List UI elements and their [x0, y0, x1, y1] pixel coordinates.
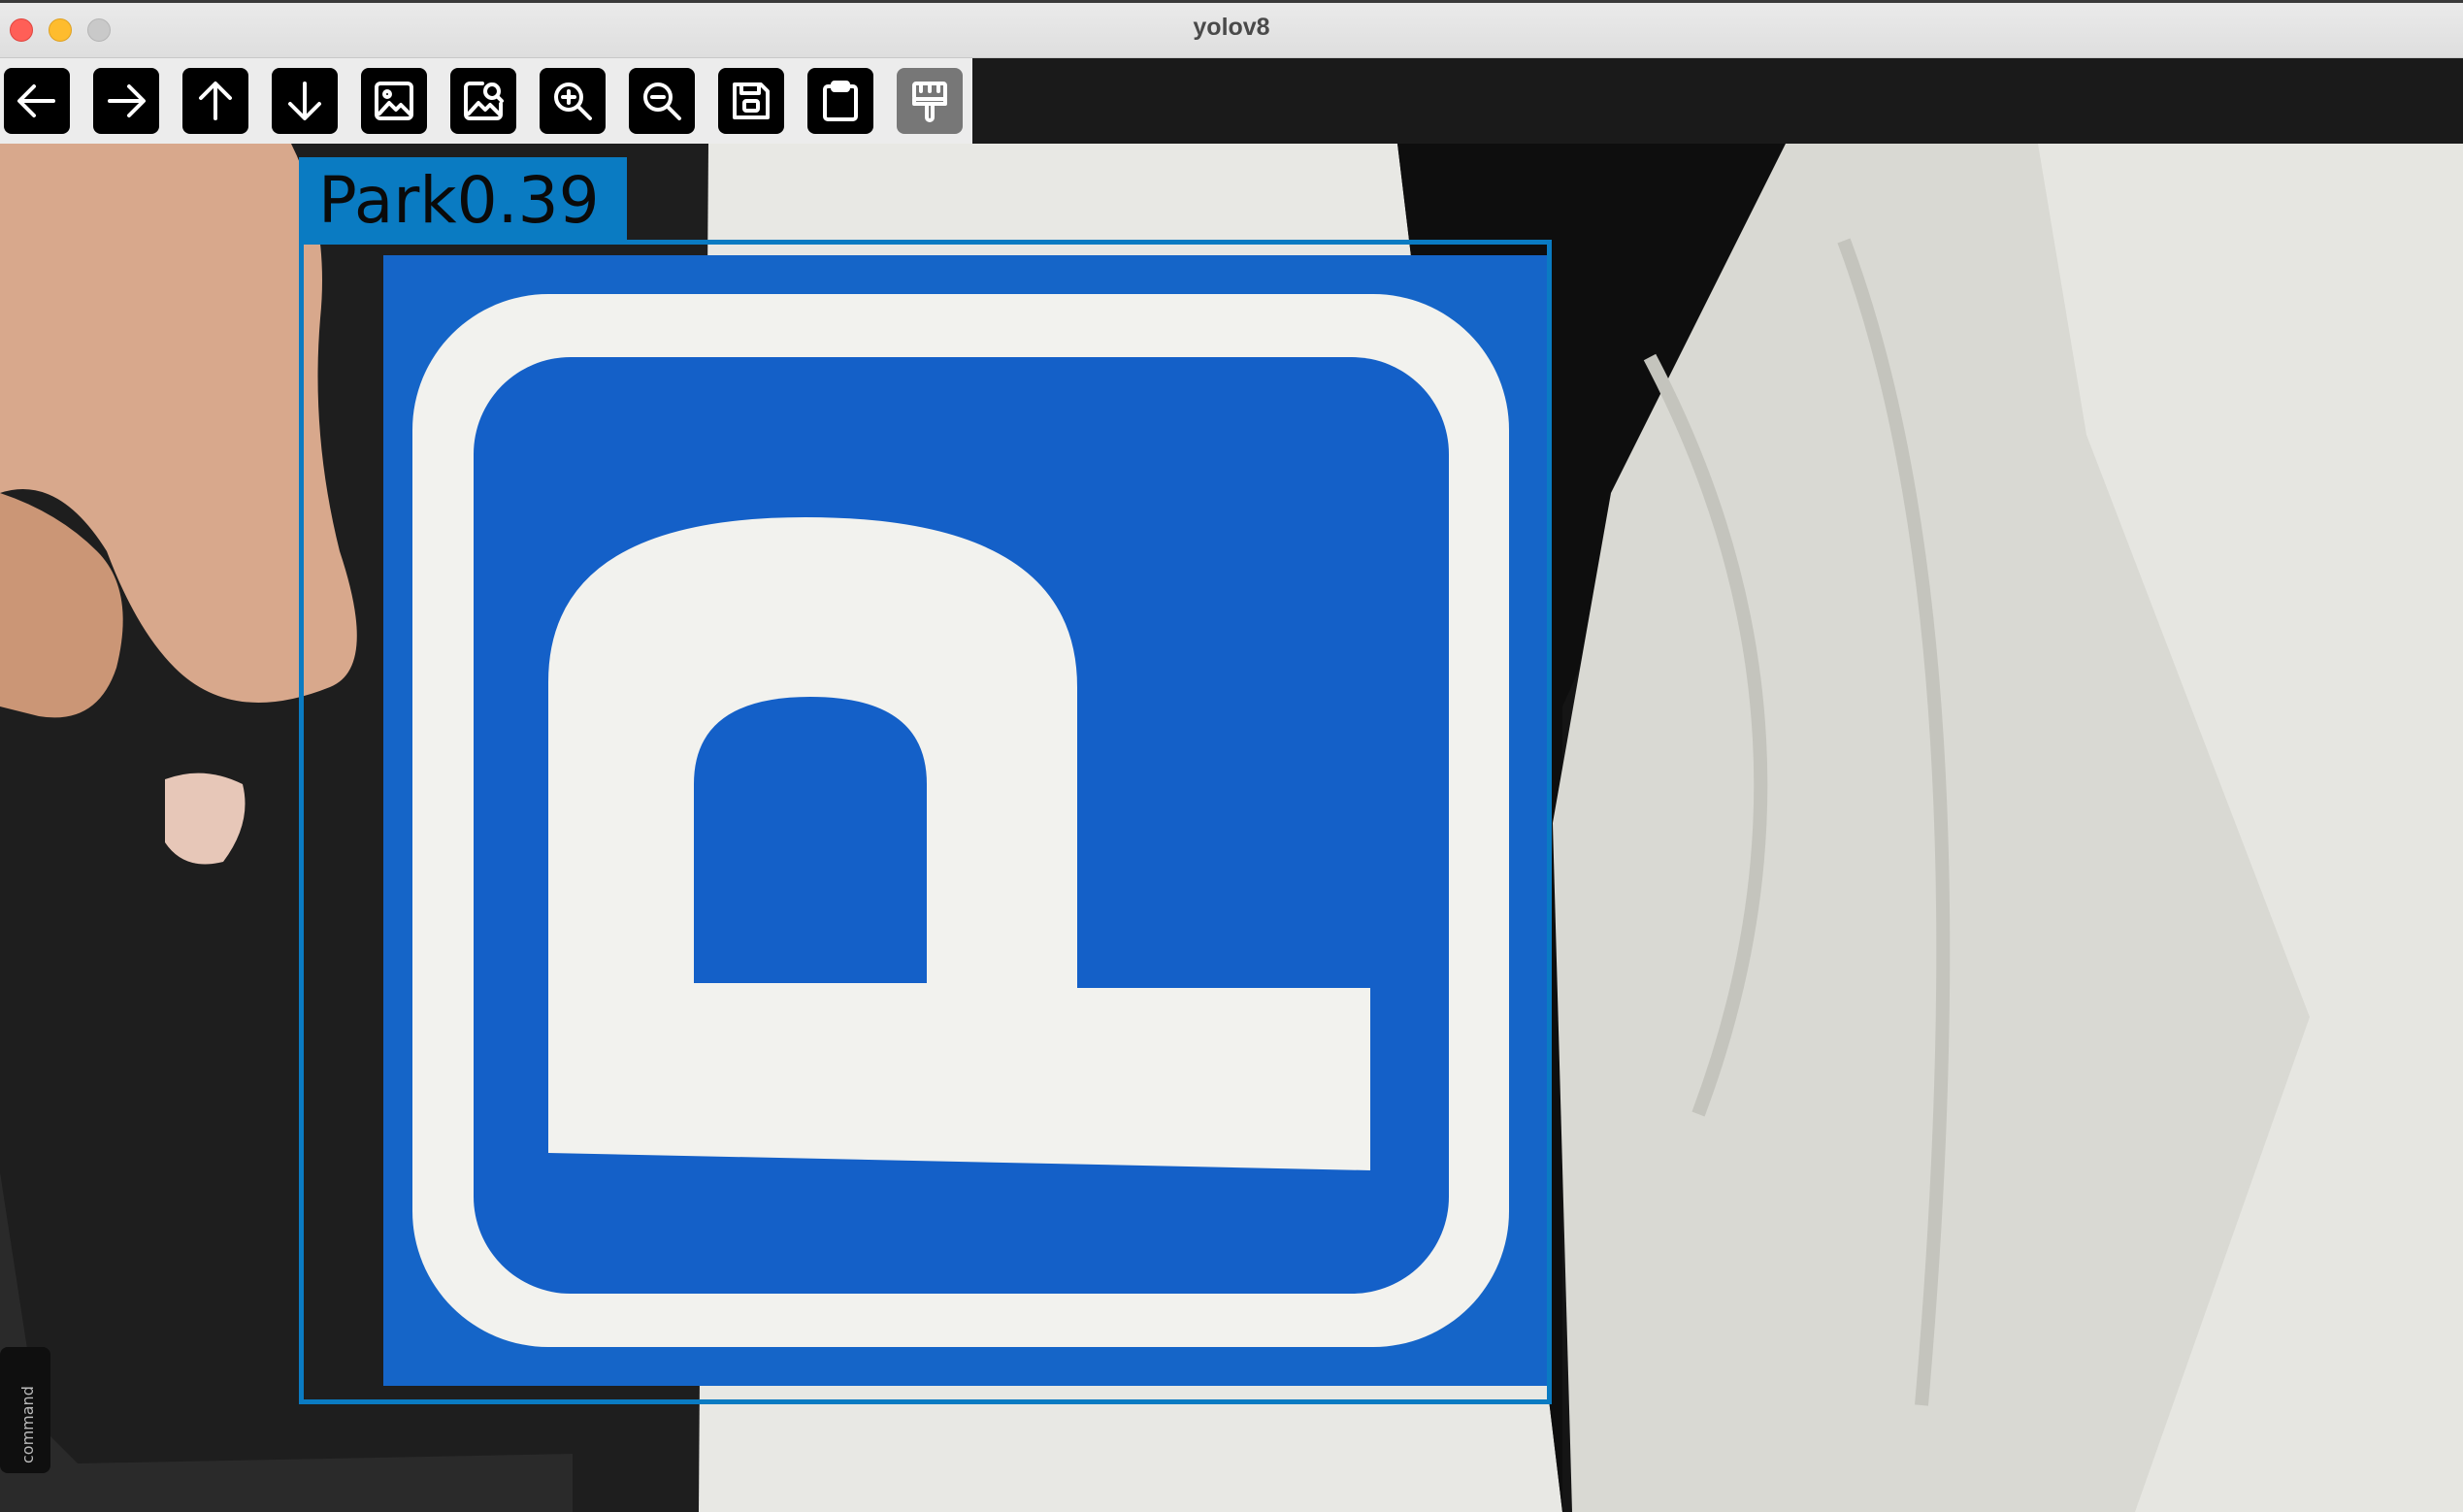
brush-button[interactable]: [897, 68, 963, 134]
image-button[interactable]: [361, 68, 427, 134]
arrow-down-icon: [288, 82, 321, 120]
arrow-up-icon: [199, 82, 232, 120]
arrow-right-icon: [108, 84, 146, 117]
image-canvas[interactable]: command Park0.39: [0, 144, 2463, 1512]
forward-button[interactable]: [93, 68, 159, 134]
title-bar: yolov8: [0, 0, 2463, 58]
brush-icon: [912, 82, 947, 122]
detection-label: Park0.39: [299, 157, 627, 245]
image-search-icon: [464, 82, 504, 120]
save-icon: [733, 82, 770, 119]
window-title: yolov8: [1193, 14, 1270, 41]
image-zoom-button[interactable]: [450, 68, 516, 134]
menu-bar-edge: [0, 0, 2463, 3]
clipboard-icon: [823, 81, 858, 121]
zoom-in-button[interactable]: [540, 68, 606, 134]
keyboard-key-label: command: [18, 1386, 37, 1463]
save-button[interactable]: [718, 68, 784, 134]
down-button[interactable]: [272, 68, 338, 134]
arrow-left-icon: [17, 84, 55, 117]
back-button[interactable]: [4, 68, 70, 134]
zoom-out-icon: [643, 82, 681, 120]
zoom-out-button[interactable]: [629, 68, 695, 134]
toolbar: [0, 58, 972, 144]
detection-bounding-box: [299, 240, 1552, 1404]
zoom-in-icon: [554, 82, 592, 120]
clipboard-button[interactable]: [807, 68, 873, 134]
image-icon: [375, 82, 413, 120]
up-button[interactable]: [182, 68, 248, 134]
